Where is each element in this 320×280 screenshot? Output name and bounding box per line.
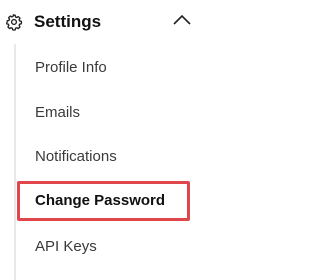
menu-item-label: Notifications (35, 148, 117, 165)
menu-item-notifications[interactable]: Notifications (16, 135, 218, 179)
settings-submenu: Profile Info Emails Notifications Change… (14, 44, 218, 280)
menu-item-emails[interactable]: Emails (16, 91, 218, 135)
section-title: Settings (34, 12, 102, 31)
settings-panel: Settings Profile Info Emails Notificatio… (0, 0, 218, 280)
menu-item-change-password[interactable]: Change Password (16, 179, 218, 223)
menu-item-profile-info[interactable]: Profile Info (16, 46, 218, 90)
chevron-up-icon[interactable] (172, 13, 192, 27)
menu-item-label: Profile Info (35, 59, 107, 76)
menu-item-label: Emails (35, 104, 81, 121)
menu-item-label: Change Password (35, 192, 166, 209)
menu-item-label: API Keys (35, 238, 97, 255)
settings-section-header[interactable]: Settings (0, 0, 218, 44)
gear-icon (5, 14, 23, 31)
menu-item-api-keys[interactable]: API Keys (16, 225, 218, 269)
